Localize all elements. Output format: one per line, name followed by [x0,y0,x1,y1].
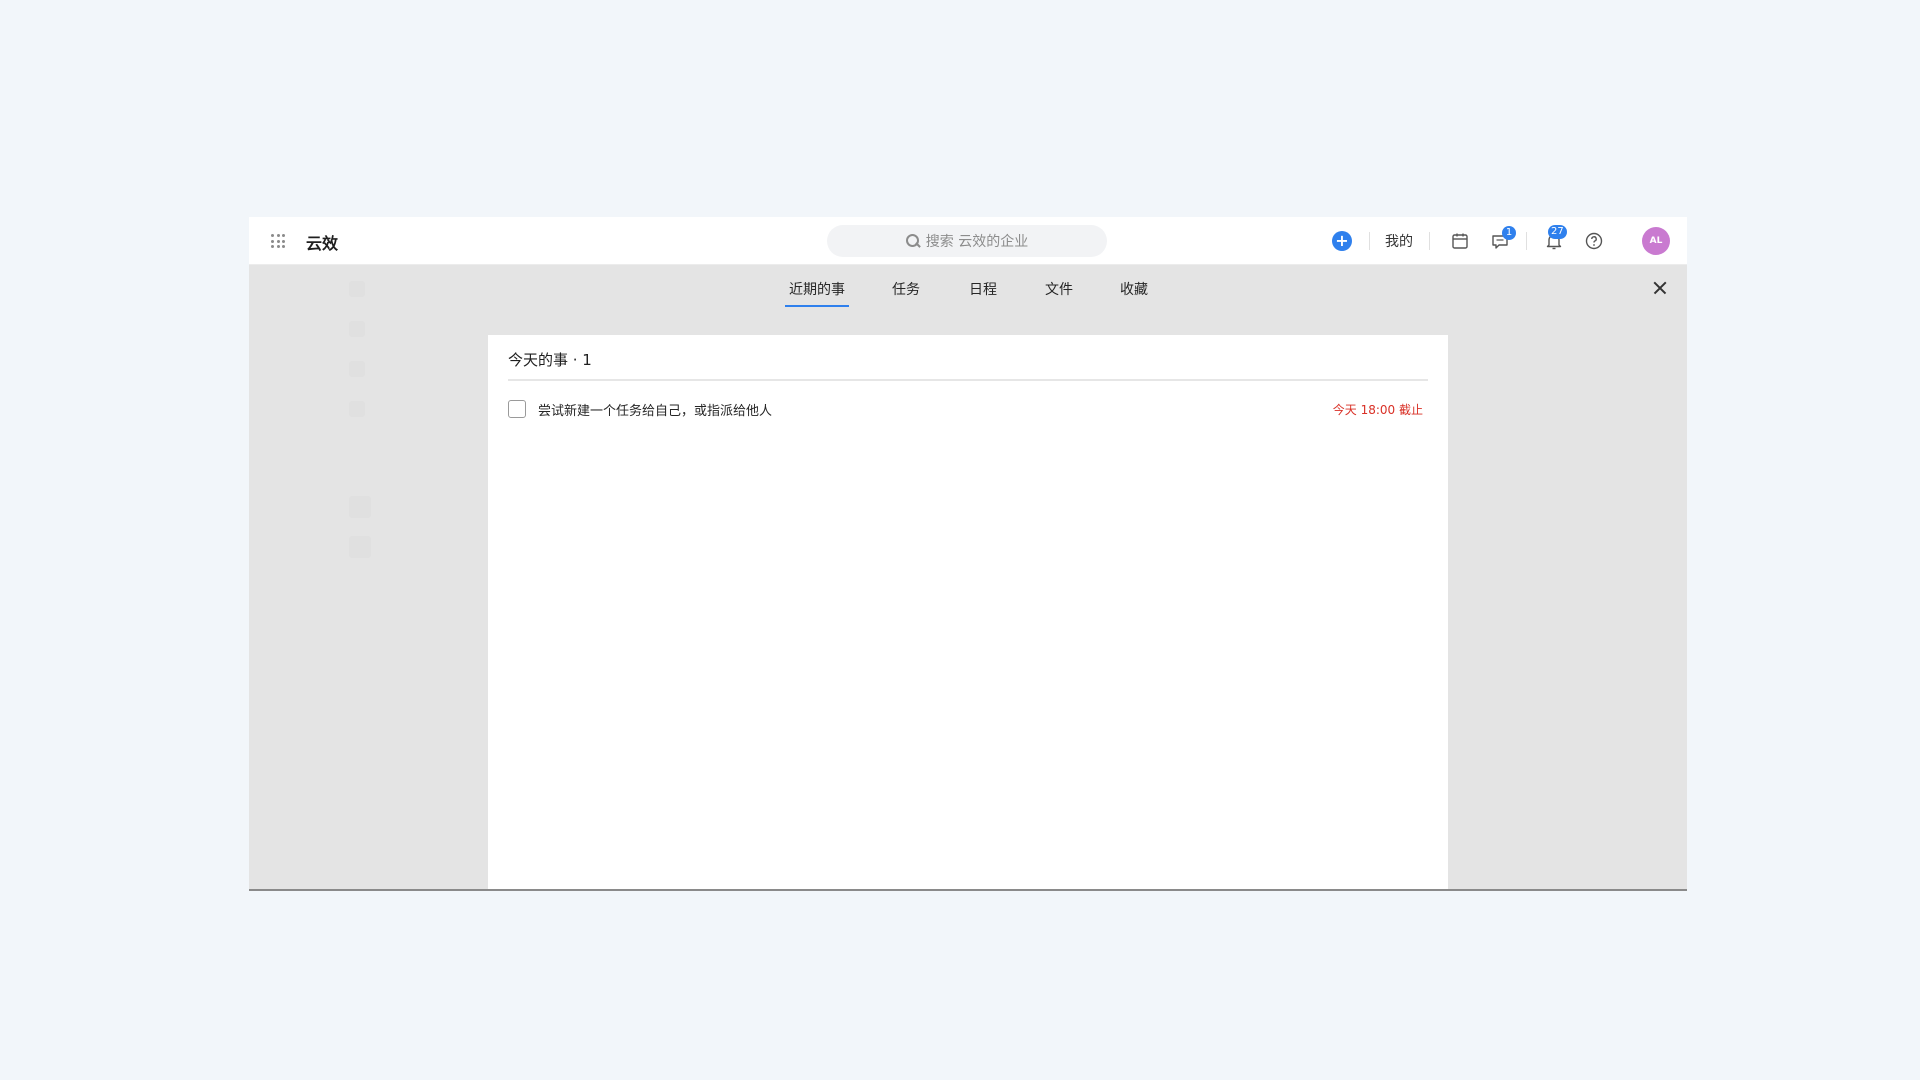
app-window: 云效 搜索 云效的企业 + 我的 1 27 AL 近期的事 任务 日程 文件 收… [249,217,1687,891]
divider [1369,232,1370,250]
close-icon[interactable] [1651,279,1669,297]
recent-panel: 今天的事 · 1 尝试新建一个任务给自己，或指派给他人 今天 18:00 截止 [488,335,1448,889]
task-title[interactable]: 尝试新建一个任务给自己，或指派给他人 [538,400,772,419]
divider [1429,232,1430,250]
app-title: 云效 [306,234,339,253]
divider [1526,232,1527,250]
apps-grid-icon[interactable] [271,234,285,248]
tab-bar: 近期的事 任务 日程 文件 收藏 [249,265,1687,313]
message-badge: 1 [1502,226,1516,240]
help-icon[interactable] [1584,231,1604,251]
tab-schedule[interactable]: 日程 [969,279,997,299]
section-title: 今天的事 · 1 [508,349,1428,381]
tab-tasks[interactable]: 任务 [892,279,920,299]
mine-link[interactable]: 我的 [1385,231,1413,251]
plus-icon[interactable]: + [1332,231,1352,251]
task-due: 今天 18:00 截止 [1332,402,1423,417]
calendar-icon[interactable] [1450,231,1470,251]
task-row[interactable]: 尝试新建一个任务给自己，或指派给他人 今天 18:00 截止 [508,397,1423,421]
search-placeholder: 搜索 云效的企业 [925,234,1029,250]
tab-recent[interactable]: 近期的事 [785,279,849,307]
notification-badge: 27 [1548,225,1567,239]
avatar[interactable]: AL [1642,227,1670,255]
search-icon [905,234,920,248]
search-bar[interactable]: 搜索 云效的企业 [827,225,1107,257]
top-header: 云效 搜索 云效的企业 + 我的 1 27 AL [249,217,1687,265]
tab-files[interactable]: 文件 [1045,279,1073,299]
tab-favorites[interactable]: 收藏 [1120,279,1148,299]
task-checkbox[interactable] [508,400,526,418]
